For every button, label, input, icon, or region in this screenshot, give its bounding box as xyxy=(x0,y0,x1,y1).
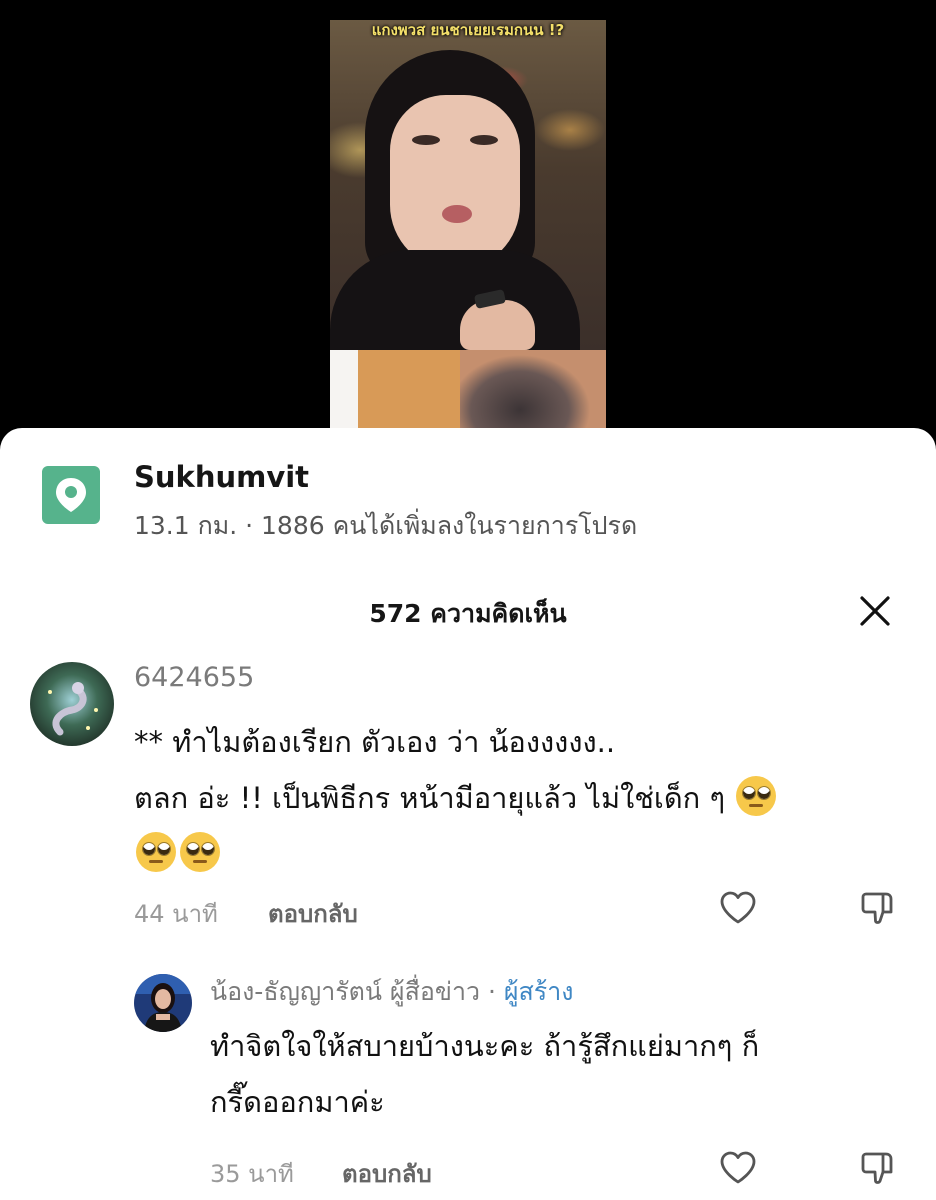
close-button[interactable] xyxy=(856,592,894,630)
comments-count-title: 572 ความคิดเห็น xyxy=(369,599,567,628)
comment-text-fragment: ตลก อ่ะ !! เป็นพิธีกร หน้ามีอายุแล้ว ไม่… xyxy=(134,781,726,815)
map-pin-icon xyxy=(56,478,86,512)
reply-comment-item: น้อง-ธัญญารัตน์ ผู้สื่อข่าว · ผู้สร้าง ท… xyxy=(0,968,936,1200)
video-player[interactable]: แกงพวส ยนชาเยยเรมกนน !? xyxy=(330,20,606,440)
avatar-image xyxy=(134,974,192,1032)
comment-username-name[interactable]: น้อง-ธัญญารัตน์ ผู้สื่อข่าว xyxy=(210,977,480,1006)
dislike-button[interactable] xyxy=(858,1148,898,1188)
thumbs-down-icon xyxy=(861,1152,893,1184)
video-figure-eye xyxy=(412,135,440,145)
comment-time: 35 นาที xyxy=(210,1160,294,1188)
like-button[interactable] xyxy=(718,1148,758,1188)
location-subtitle: 13.1 กม. · 1886 คนได้เพิ่มลงในรายการโปรด xyxy=(134,511,638,540)
comment-text: ** ทำไมต้องเรียก ตัวเอง ว่า น้องงงงง.. ต… xyxy=(134,714,894,882)
comment-text-line: ตลก อ่ะ !! เป็นพิธีกร หน้ามีอายุแล้ว ไม่… xyxy=(134,770,894,826)
video-figure-hand xyxy=(460,300,535,350)
video-area: แกงพวส ยนชาเยยเรมกนน !? xyxy=(0,0,936,440)
comment-text-line xyxy=(134,826,894,882)
video-panel-wood xyxy=(358,350,460,440)
heart-icon xyxy=(720,1151,756,1184)
thumbs-down-icon xyxy=(861,892,893,924)
rolling-eyes-emoji-icon xyxy=(136,832,176,872)
comments-sheet: Sukhumvit 13.1 กม. · 1886 คนได้เพิ่มลงใน… xyxy=(0,428,936,1200)
dislike-button[interactable] xyxy=(858,888,898,928)
location-badge xyxy=(42,466,100,524)
comment-text-line: กรี๊ดออกมาค่ะ xyxy=(210,1085,385,1119)
reply-button[interactable]: ตอบกลับ xyxy=(268,894,358,933)
avatar[interactable] xyxy=(134,974,192,1032)
creator-badge: ผู้สร้าง xyxy=(503,977,574,1006)
reply-button[interactable]: ตอบกลับ xyxy=(342,1154,432,1193)
comment-username: น้อง-ธัญญารัตน์ ผู้สื่อข่าว · ผู้สร้าง xyxy=(210,972,573,1012)
comment-item: 6424655 ** ทำไมต้องเรียก ตัวเอง ว่า น้อง… xyxy=(0,658,936,958)
comment-text-line: ** ทำไมต้องเรียก ตัวเอง ว่า น้องงงงง.. xyxy=(134,725,616,759)
location-title: Sukhumvit xyxy=(134,460,310,494)
rolling-eyes-emoji-icon xyxy=(736,776,777,816)
video-caption: แกงพวส ยนชาเยยเรมกนน !? xyxy=(371,21,565,39)
video-figure-mouth xyxy=(442,205,472,223)
video-figure-eye xyxy=(470,135,498,145)
comment-username[interactable]: 6424655 xyxy=(134,662,254,693)
video-split-panel xyxy=(330,350,606,440)
close-icon xyxy=(860,596,890,626)
video-panel-wall xyxy=(330,350,358,440)
comment-text-line: ทำจิตใจให้สบายบ้างนะคะ ถ้ารู้สึกแย่มากๆ … xyxy=(210,1029,760,1063)
rolling-eyes-emoji-icon xyxy=(180,832,220,872)
avatar[interactable] xyxy=(30,662,114,746)
comment-time: 44 นาที xyxy=(134,900,218,928)
separator-dot: · xyxy=(487,977,496,1006)
like-button[interactable] xyxy=(718,888,758,928)
video-panel-person xyxy=(460,350,606,440)
comment-text: ทำจิตใจให้สบายบ้างนะคะ ถ้ารู้สึกแย่มากๆ … xyxy=(210,1018,910,1130)
video-figure-face xyxy=(390,95,520,270)
video-figure-body xyxy=(330,250,580,350)
heart-icon xyxy=(720,891,756,924)
avatar-image xyxy=(30,662,114,746)
